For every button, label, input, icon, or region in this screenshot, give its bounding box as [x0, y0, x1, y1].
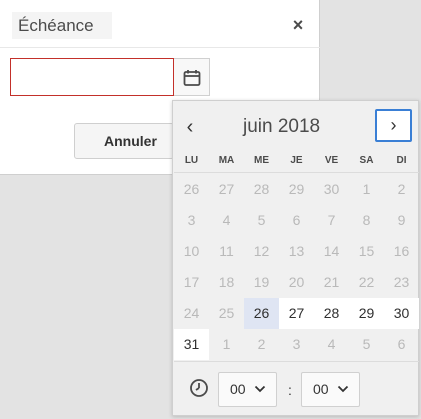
weekday-label: VE [324, 155, 339, 166]
day-cell[interactable]: 30 [384, 298, 419, 329]
day-cell[interactable]: 28 [244, 174, 279, 205]
day-cell[interactable]: 28 [314, 298, 349, 329]
day-cell[interactable]: 16 [384, 236, 419, 267]
chevron-down-icon [337, 385, 349, 393]
day-cell[interactable]: 9 [384, 205, 419, 236]
day-cell[interactable]: 29 [279, 174, 314, 205]
minute-select[interactable]: 00 [301, 372, 360, 407]
weekday-label: ME [254, 155, 269, 166]
day-cell[interactable]: 5 [244, 205, 279, 236]
day-cell[interactable]: 1 [209, 329, 244, 360]
day-cell[interactable]: 3 [279, 329, 314, 360]
hour-value: 00 [230, 381, 246, 397]
weekday-label: DI [396, 155, 407, 166]
day-cell[interactable]: 31 [174, 329, 209, 360]
time-separator: : [288, 382, 292, 398]
prev-month-button[interactable]: ‹ [179, 115, 201, 139]
day-cell-selected[interactable]: 26 [244, 298, 279, 329]
calendar-icon [183, 70, 201, 86]
datepicker-popover: ‹ juin 2018 › LU MA ME JE VE SA DI 26 27 28 29 30 1… [172, 100, 419, 416]
day-cell[interactable]: 11 [209, 236, 244, 267]
day-cell[interactable]: 22 [349, 267, 384, 298]
day-cell[interactable]: 12 [244, 236, 279, 267]
day-cell[interactable]: 15 [349, 236, 384, 267]
day-cell[interactable]: 6 [279, 205, 314, 236]
day-cell[interactable]: 6 [384, 329, 419, 360]
day-cell[interactable]: 2 [244, 329, 279, 360]
day-cell[interactable]: 25 [209, 298, 244, 329]
day-cell[interactable]: 27 [279, 298, 314, 329]
day-cell[interactable]: 5 [349, 329, 384, 360]
weekday-label: LU [184, 155, 199, 166]
month-title: juin 2018 [243, 116, 321, 137]
day-cell[interactable]: 1 [349, 174, 384, 205]
day-cell[interactable]: 21 [314, 267, 349, 298]
next-month-button[interactable]: › [375, 109, 412, 142]
day-cell[interactable]: 8 [349, 205, 384, 236]
day-cell[interactable]: 13 [279, 236, 314, 267]
day-cell[interactable]: 20 [279, 267, 314, 298]
day-cell[interactable]: 14 [314, 236, 349, 267]
dialog-header: Échéance × [0, 0, 320, 48]
weekday-label: JE [290, 155, 303, 166]
hour-select[interactable]: 00 [218, 372, 277, 407]
calendar-button[interactable] [174, 58, 210, 96]
minute-value: 00 [313, 381, 329, 397]
day-cell[interactable]: 30 [314, 174, 349, 205]
day-cell[interactable]: 7 [314, 205, 349, 236]
close-button[interactable]: × [288, 15, 308, 35]
day-cell[interactable]: 4 [209, 205, 244, 236]
day-cell[interactable]: 19 [244, 267, 279, 298]
day-cell[interactable]: 17 [174, 267, 209, 298]
day-cell[interactable]: 18 [209, 267, 244, 298]
day-cell[interactable]: 2 [384, 174, 419, 205]
day-cell[interactable]: 27 [209, 174, 244, 205]
due-date-input[interactable] [10, 58, 174, 96]
weekday-label: SA [359, 155, 374, 166]
weekday-header: LU MA ME JE VE SA DI [174, 151, 419, 173]
clock-icon [190, 379, 208, 397]
dialog-title: Échéance [12, 12, 112, 39]
day-cell[interactable]: 10 [174, 236, 209, 267]
time-row: 00 : 00 [174, 361, 419, 415]
day-cell[interactable]: 23 [384, 267, 419, 298]
day-cell[interactable]: 26 [174, 174, 209, 205]
weekday-label: MA [218, 155, 235, 166]
day-cell[interactable]: 3 [174, 205, 209, 236]
chevron-down-icon [254, 385, 266, 393]
day-cell[interactable]: 24 [174, 298, 209, 329]
day-cell[interactable]: 29 [349, 298, 384, 329]
day-cell[interactable]: 4 [314, 329, 349, 360]
cancel-button[interactable]: Annuler [74, 123, 174, 159]
